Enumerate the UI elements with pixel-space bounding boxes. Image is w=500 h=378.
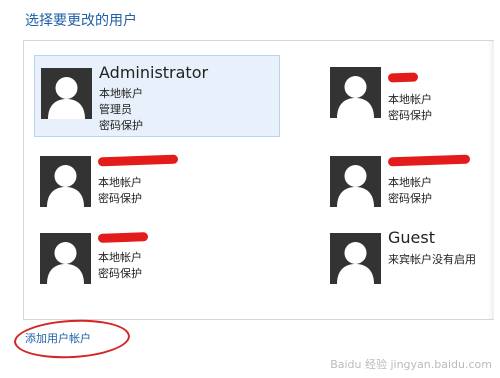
user-account-type: 本地帐户 [388, 176, 432, 189]
user-avatar-icon [40, 156, 91, 207]
user-password-status: 密码保护 [388, 109, 432, 122]
user-tile[interactable]: 本地帐户 密码保护 [34, 221, 278, 301]
user-name: Guest [388, 228, 435, 247]
watermark: Baidu 经验 jingyan.baidu.com [330, 358, 492, 371]
user-avatar-icon [330, 233, 381, 284]
user-name: Administrator [99, 63, 209, 82]
user-avatar-icon [40, 233, 91, 284]
page-title: 选择要更改的用户 [25, 13, 137, 29]
user-avatar-icon [330, 67, 381, 118]
user-account-type: 本地帐户 [99, 87, 143, 100]
user-list-panel: Administrator 本地帐户 管理员 密码保护 本地帐户 密码保护 本地… [23, 40, 494, 320]
user-account-type: 本地帐户 [98, 251, 142, 264]
redaction-mark [387, 72, 419, 83]
redaction-mark [97, 154, 179, 167]
user-account-status: 来宾帐户没有启用 [388, 253, 476, 266]
user-tile-guest[interactable]: Guest 来宾帐户没有启用 [324, 221, 484, 301]
user-password-status: 密码保护 [98, 267, 142, 280]
user-avatar-icon [330, 156, 381, 207]
user-role: 管理员 [99, 103, 132, 116]
user-tile[interactable]: 本地帐户 密码保护 [34, 144, 278, 224]
redaction-mark [387, 154, 471, 167]
user-tile[interactable]: 本地帐户 密码保护 [324, 144, 484, 224]
user-tile-administrator[interactable]: Administrator 本地帐户 管理员 密码保护 [34, 55, 280, 137]
redaction-mark [97, 232, 149, 243]
user-password-status: 密码保护 [99, 119, 143, 132]
user-account-type: 本地帐户 [388, 93, 432, 106]
user-account-type: 本地帐户 [98, 176, 142, 189]
user-password-status: 密码保护 [388, 192, 432, 205]
user-password-status: 密码保护 [98, 192, 142, 205]
user-tile[interactable]: 本地帐户 密码保护 [324, 55, 484, 135]
annotation-circle [13, 316, 131, 362]
panel-edge [488, 41, 494, 319]
user-avatar-icon [41, 68, 92, 119]
